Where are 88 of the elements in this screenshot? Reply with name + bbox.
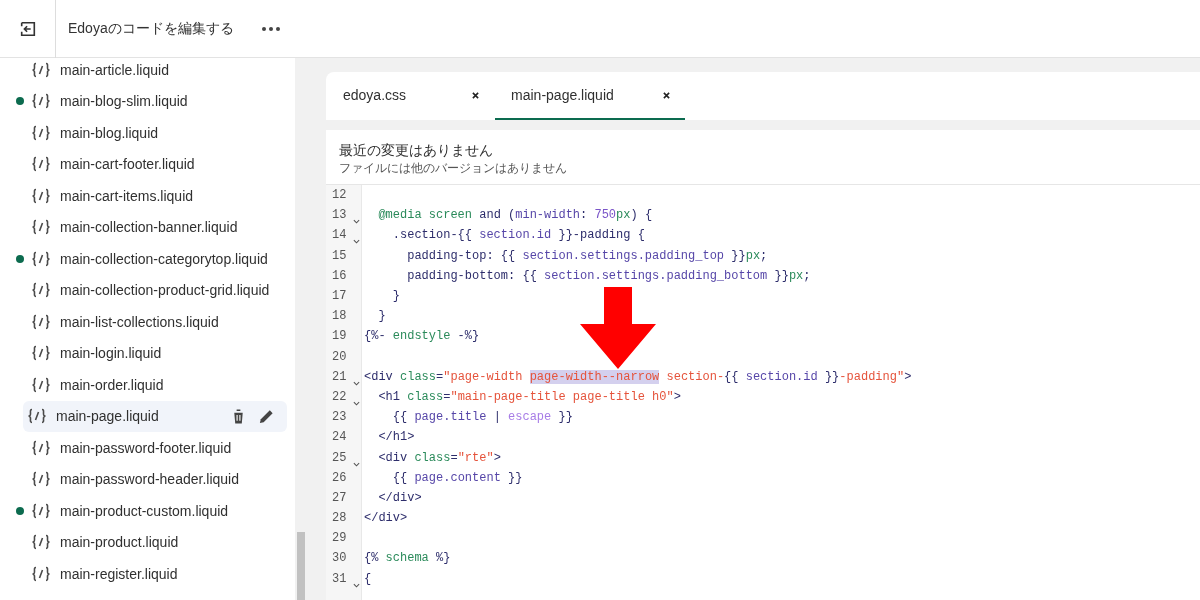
line-number: 22 [332,389,347,404]
code-line: </div> [377,490,422,505]
code-line: <div class="page-width page-width--narrow section-{{ section.id }}-padding"> [364,369,912,384]
code-line: </div> [364,511,408,526]
line-number: 14 [332,228,347,243]
code-file-icon [31,219,51,236]
line-number: 23 [332,410,347,425]
code-file-icon [31,187,51,204]
file-item[interactable]: main-blog.liquid [4,117,287,149]
file-item[interactable]: main-cart-items.liquid [4,180,287,212]
file-item[interactable]: main-register.liquid [4,558,287,590]
file-item[interactable]: main-login.liquid [4,337,287,369]
code-file-icon [31,313,51,330]
line-number: 27 [332,490,347,505]
line-number: 17 [332,289,347,304]
code-file-icon [31,376,51,393]
file-item[interactable]: main-password-header.liquid [4,463,287,495]
line-number: 31 [332,571,347,586]
code-line: <h1 class="main-page-title page-title h0"> [377,389,681,404]
line-number: 24 [332,430,347,445]
fold-icon[interactable] [353,380,360,386]
code-line: @media screen and (min-width: 750px) { [377,208,653,223]
code-line: } [391,289,400,304]
code-line: </h1> [377,430,415,445]
line-number: 20 [332,349,347,364]
code-file-icon [31,250,51,267]
code-file-icon [31,439,51,456]
code-line: {% schema %} [364,551,451,566]
file-item[interactable]: main-product-custom.liquid [4,495,287,527]
line-number: 13 [332,208,347,223]
line-number: 19 [332,329,347,344]
line-number: 29 [332,531,347,546]
file-tab[interactable]: main-page.liquid [495,72,685,120]
code-line: .section-{{ section.id }}-padding { [391,228,645,243]
close-icon[interactable] [472,91,480,99]
fold-icon[interactable] [353,239,360,245]
code-file-icon [31,471,51,488]
line-number: 15 [332,248,347,263]
close-icon[interactable] [662,91,670,99]
file-item[interactable]: main-article.liquid [4,58,287,86]
code-line: {{ page.title | escape }} [391,410,573,425]
file-item[interactable]: main-page.liquid [23,400,287,432]
code-line: padding-top: {{ section.settings.padding_top }}px; [406,248,768,263]
line-number: 30 [332,551,347,566]
line-number: 18 [332,309,347,324]
trash-icon[interactable] [231,407,246,425]
code-file-icon [31,565,51,582]
fold-icon[interactable] [353,400,360,406]
code-file-icon [31,345,51,362]
file-item[interactable]: main-collection-product-grid.liquid [4,274,287,306]
fold-icon[interactable] [353,582,360,588]
notice-title: 最近の変更はありません [339,141,494,160]
code-line: } [377,309,386,324]
code-file-icon [31,93,51,110]
code-file-icon [31,61,51,78]
file-tab[interactable]: edoya.css [343,72,480,120]
code-line: { [364,571,372,586]
file-item[interactable]: main-order.liquid [4,369,287,401]
file-item[interactable]: main-list-collections.liquid [4,306,287,338]
line-number: 28 [332,511,347,526]
code-file-icon [31,502,51,519]
notice-subtitle: ファイルには他のバージョンはありません [339,160,568,176]
exit-icon[interactable] [18,19,37,38]
code-file-icon [31,534,51,551]
line-number: 21 [332,369,347,384]
file-item[interactable]: main-cart-footer.liquid [4,148,287,180]
fold-icon[interactable] [353,461,360,467]
scrollbar-thumb[interactable] [297,532,305,600]
page-title: Edoyaのコードを編集する [68,19,234,38]
line-number: 16 [332,268,347,283]
more-icon[interactable] [261,26,280,31]
line-number: 25 [332,450,347,465]
code-line: <div class="rte"> [377,450,501,465]
file-item[interactable]: main-collection-categorytop.liquid [4,243,287,275]
file-item[interactable]: main-product.liquid [4,526,287,558]
code-file-icon [31,156,51,173]
line-number: 26 [332,470,347,485]
fold-icon[interactable] [353,219,360,225]
code-line: {%- endstyle -%} [364,329,480,344]
code-line: {{ page.content }} [391,470,523,485]
line-number: 12 [332,188,347,203]
file-item[interactable]: main-collection-banner.liquid [4,211,287,243]
code-file-icon [31,124,51,141]
code-file-icon [31,282,51,299]
file-item[interactable]: main-blog-slim.liquid [4,85,287,117]
code-file-icon [27,408,47,425]
file-item[interactable]: main-password-footer.liquid [4,432,287,464]
code-line: padding-bottom: {{ section.settings.padding_bottom }}px; [406,268,811,283]
